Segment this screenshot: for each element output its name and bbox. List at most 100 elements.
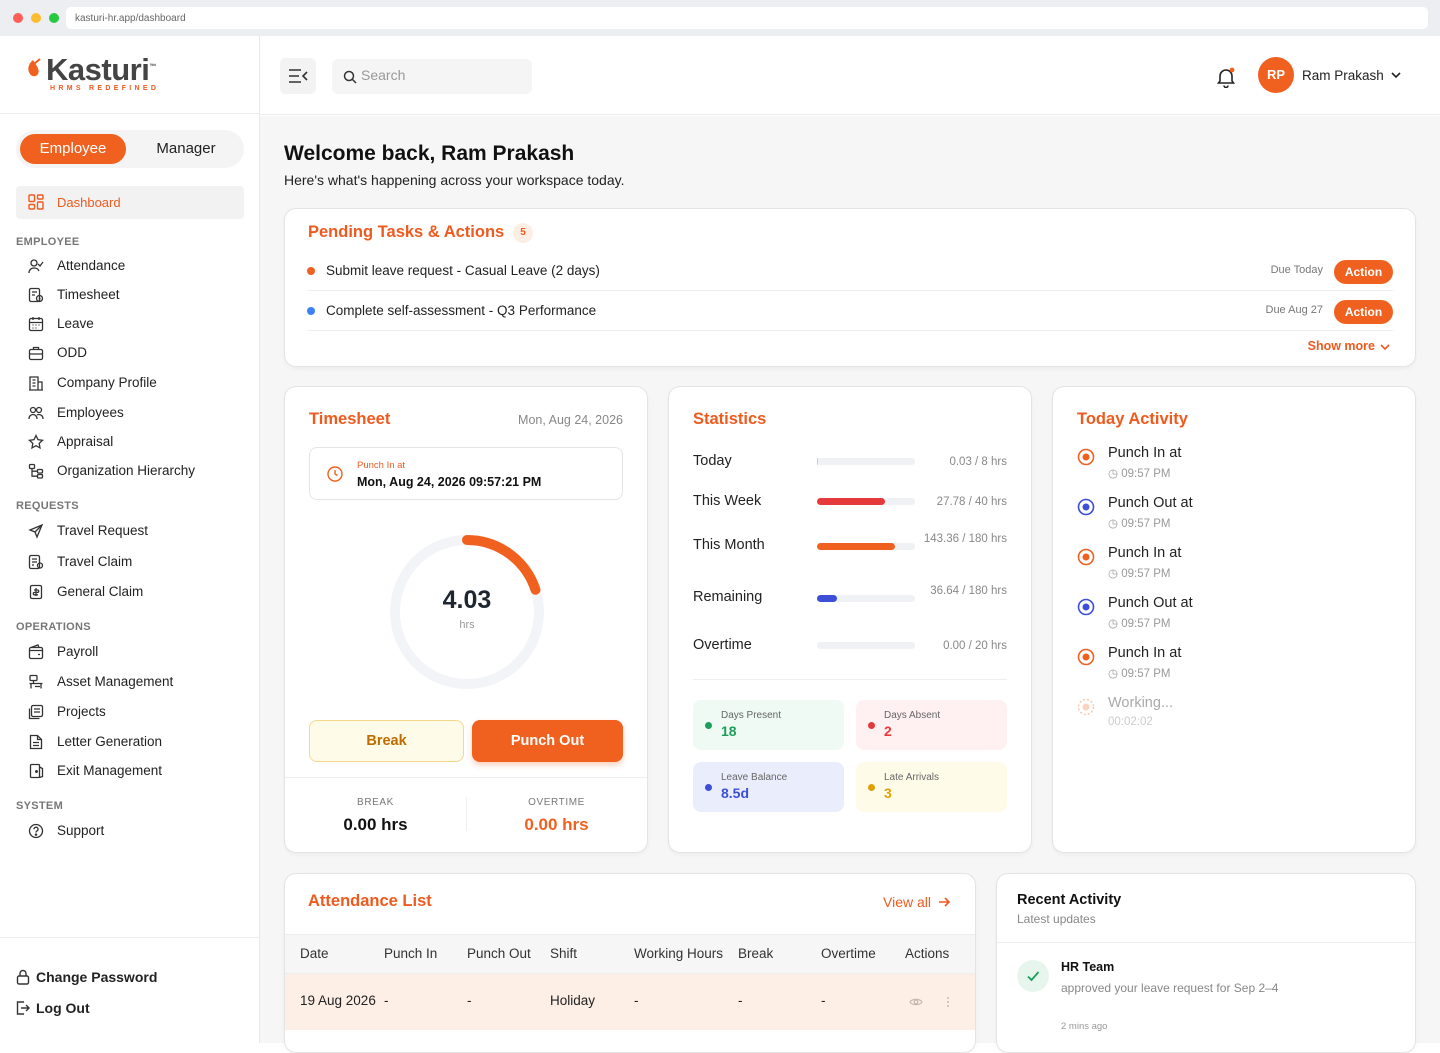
avatar[interactable]: RP xyxy=(1258,57,1294,93)
tile-label: Days Present xyxy=(721,710,782,721)
brand-logo[interactable]: Kasturi™ HRMS REDEFINED xyxy=(24,52,159,92)
sidebar-item-timesheet[interactable]: Timesheet xyxy=(28,287,248,305)
activity-item: Punch In at ◷ 09:57 PM xyxy=(1077,645,1377,689)
minimize-window-dot[interactable] xyxy=(31,13,41,23)
stat-bar xyxy=(817,498,915,505)
sidebar-item-label: Travel Claim xyxy=(57,554,133,569)
address-bar[interactable]: kasturi-hr.app/dashboard xyxy=(66,7,1428,29)
divider xyxy=(0,113,259,114)
stat-row-overtime: Overtime 0.00 / 20 hrs xyxy=(693,635,1007,659)
sidebar-item-label: Support xyxy=(57,823,105,838)
recent-activity-title: Recent Activity xyxy=(1017,892,1122,908)
section-system: SYSTEM xyxy=(16,800,64,812)
logout-icon xyxy=(16,1001,30,1015)
sidebar-item-travel-claim[interactable]: Travel Claim xyxy=(28,554,248,572)
task-action-button[interactable]: Action xyxy=(1334,300,1393,324)
change-password-link[interactable]: Change Password xyxy=(16,969,216,987)
column-header[interactable]: Date xyxy=(300,946,329,961)
tile-value: 18 xyxy=(721,723,737,739)
sidebar-item-odd[interactable]: ODD xyxy=(28,345,248,363)
notification-bell-icon[interactable] xyxy=(1215,66,1237,88)
activity-time: ◷ 09:57 PM xyxy=(1108,518,1171,530)
search-input[interactable] xyxy=(361,67,521,83)
tile-dot xyxy=(868,784,875,791)
column-header[interactable]: Shift xyxy=(550,946,577,961)
today-activity-title: Today Activity xyxy=(1077,410,1188,428)
collapse-sidebar-button[interactable] xyxy=(280,58,316,94)
sidebar-item-appraisal[interactable]: Appraisal xyxy=(28,434,248,452)
grid-icon xyxy=(28,194,44,210)
task-action-button[interactable]: Action xyxy=(1334,260,1393,284)
sidebar-item-dashboard[interactable]: Dashboard xyxy=(16,186,244,219)
sidebar-item-company-profile[interactable]: Company Profile xyxy=(28,375,248,393)
break-summary-label: BREAK xyxy=(357,797,394,808)
sidebar-item-general-claim[interactable]: General Claim xyxy=(28,584,248,602)
punch-out-button[interactable]: Punch Out xyxy=(472,720,623,762)
logout-link[interactable]: Log Out xyxy=(16,1000,216,1018)
punch-in-value: Mon, Aug 24, 2026 09:57:21 PM xyxy=(357,475,542,489)
chevron-down-icon[interactable] xyxy=(1390,69,1402,81)
arrow-right-icon[interactable] xyxy=(937,895,951,909)
users-icon xyxy=(28,406,44,420)
view-eye-icon[interactable] xyxy=(909,996,923,1008)
activity-description: approved your leave request for Sep 2–4 xyxy=(1061,981,1279,995)
manager-role-button[interactable]: Manager xyxy=(136,134,236,164)
sidebar-item-label: Travel Request xyxy=(57,523,149,538)
calendar-icon xyxy=(28,317,44,332)
attendance-list-card: Attendance List View all Date Punch In P… xyxy=(284,873,976,1053)
stat-label: Overtime xyxy=(693,637,752,653)
sidebar-item-exit-management[interactable]: Exit Management xyxy=(28,763,248,781)
sidebar-item-travel-request[interactable]: Travel Request xyxy=(28,523,248,541)
task-item: Complete self-assessment - Q3 Performanc… xyxy=(307,291,1393,331)
section-requests: REQUESTS xyxy=(16,500,79,512)
search-box[interactable] xyxy=(332,59,532,94)
today-activity-card: Today Activity Punch In at ◷ 09:57 PM Pu… xyxy=(1052,386,1416,853)
sidebar-item-letter-generation[interactable]: Letter Generation xyxy=(28,734,248,752)
activity-time: ◷ 09:57 PM xyxy=(1108,618,1171,630)
clock-icon xyxy=(327,466,343,482)
maximize-window-dot[interactable] xyxy=(49,13,59,23)
column-header[interactable]: Actions xyxy=(905,946,949,961)
show-more-link[interactable]: Show more xyxy=(1308,339,1375,353)
stat-bar xyxy=(817,642,915,649)
sidebar-item-payroll[interactable]: Payroll xyxy=(28,644,248,662)
cell-overtime: - xyxy=(821,993,826,1008)
break-button[interactable]: Break xyxy=(309,720,464,762)
activity-label: Punch Out at xyxy=(1108,595,1193,611)
table-row[interactable]: 19 Aug 2026 - - Holiday - - - xyxy=(285,974,975,1030)
browser-chrome: kasturi-hr.app/dashboard xyxy=(0,0,1440,36)
sidebar-item-label: Asset Management xyxy=(57,674,174,689)
tile-label: Leave Balance xyxy=(721,772,788,783)
tile-value: 3 xyxy=(884,785,892,801)
user-name[interactable]: Ram Prakash xyxy=(1302,68,1384,83)
close-window-dot[interactable] xyxy=(13,13,23,23)
sidebar-item-employees[interactable]: Employees xyxy=(28,405,248,423)
task-bullet xyxy=(307,307,315,315)
break-summary-value: 0.00 hrs xyxy=(343,815,408,834)
column-header[interactable]: Break xyxy=(738,946,773,961)
stat-bar-fill xyxy=(817,458,818,465)
column-header[interactable]: Working Hours xyxy=(634,946,723,961)
task-item: Submit leave request - Casual Leave (2 d… xyxy=(307,251,1393,291)
asset-icon xyxy=(29,674,43,689)
sidebar-item-label: Exit Management xyxy=(57,763,163,778)
stat-value: 0.00 / 20 hrs xyxy=(943,640,1007,652)
sidebar-item-asset-management[interactable]: Asset Management xyxy=(28,674,248,692)
sidebar-item-support[interactable]: Support xyxy=(28,823,248,841)
sidebar-item-attendance[interactable]: Attendance xyxy=(28,258,248,276)
column-header[interactable]: Punch In xyxy=(384,946,437,961)
sidebar-item-projects[interactable]: Projects xyxy=(28,704,248,722)
brand-tagline: HRMS REDEFINED xyxy=(50,85,160,92)
late-arrivals-tile: Late Arrivals 3 xyxy=(856,762,1007,812)
column-header[interactable]: Punch Out xyxy=(467,946,531,961)
sidebar-item-leave[interactable]: Leave xyxy=(28,316,248,334)
employee-role-button[interactable]: Employee xyxy=(20,134,126,164)
view-all-link[interactable]: View all xyxy=(883,894,931,910)
chevron-down-icon[interactable] xyxy=(1379,341,1391,353)
stat-label: Remaining xyxy=(693,589,763,605)
sidebar-item-organization-hierarchy[interactable]: Organization Hierarchy xyxy=(28,463,248,481)
stat-value: 27.78 / 40 hrs xyxy=(936,496,1007,508)
column-header[interactable]: Overtime xyxy=(821,946,876,961)
more-options-icon[interactable] xyxy=(941,995,955,1009)
sidebar-item-label: Projects xyxy=(57,704,106,719)
